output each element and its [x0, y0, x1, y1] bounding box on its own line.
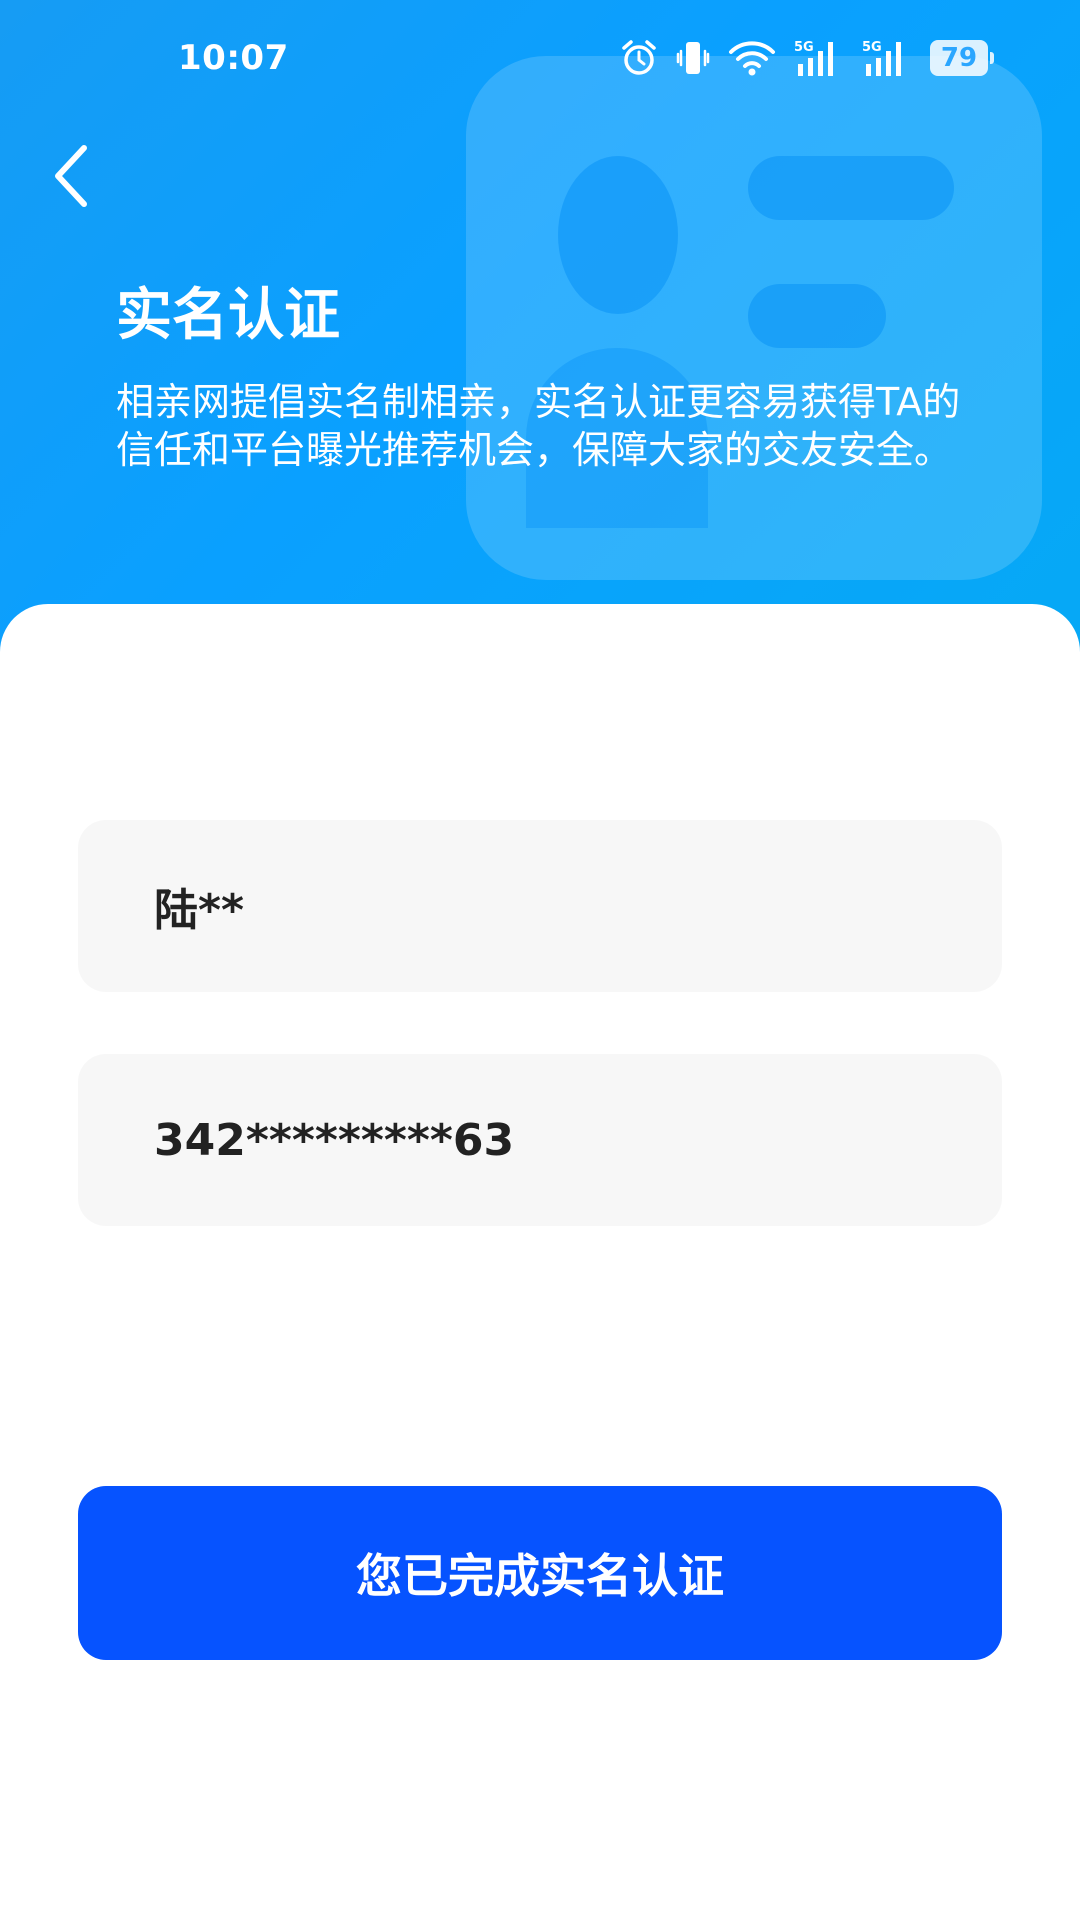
id-card-line: [748, 156, 954, 220]
header-banner: 10:07 5G 5G 79 实名认证 相亲网提倡实名制相亲，实名认证更容易获得…: [0, 0, 1080, 680]
verification-complete-button[interactable]: 您已完成实名认证: [78, 1486, 1002, 1660]
wifi-icon: [729, 41, 775, 76]
vibrate-icon: [676, 42, 710, 74]
battery-level: 79: [940, 43, 978, 73]
id-card-face: [558, 156, 678, 314]
signal-5g-icon: 5G: [862, 40, 901, 76]
real-name-verification-screen: 10:07 5G 5G 79 实名认证 相亲网提倡实名制相亲，实名认证更容易获得…: [0, 0, 1080, 1920]
back-button[interactable]: [44, 140, 104, 212]
status-bar: 10:07 5G 5G 79: [0, 0, 1080, 120]
name-field[interactable]: 陆**: [78, 820, 1002, 992]
status-time: 10:07: [178, 38, 289, 78]
signal-label: 5G: [862, 40, 882, 55]
content-card: [0, 604, 1080, 1920]
name-value: 陆**: [154, 885, 245, 936]
signal-label: 5G: [794, 40, 814, 55]
signal-5g-icon: 5G: [794, 40, 833, 76]
page-description: 相亲网提倡实名制相亲，实名认证更容易获得TA的信任和平台曝光推荐机会，保障大家的…: [116, 380, 961, 472]
status-icons: 5G 5G 79: [620, 38, 994, 78]
id-card-line: [748, 284, 886, 348]
page-title: 实名认证: [116, 283, 340, 348]
id-card-illustration-icon: [466, 56, 1042, 580]
battery-icon: 79: [930, 40, 994, 76]
id-number-field[interactable]: 342*********63: [78, 1054, 1002, 1226]
chevron-left-icon: [55, 145, 87, 207]
alarm-icon: [622, 40, 656, 75]
id-number-value: 342*********63: [154, 1114, 515, 1166]
button-label: 您已完成实名认证: [356, 1549, 724, 1603]
